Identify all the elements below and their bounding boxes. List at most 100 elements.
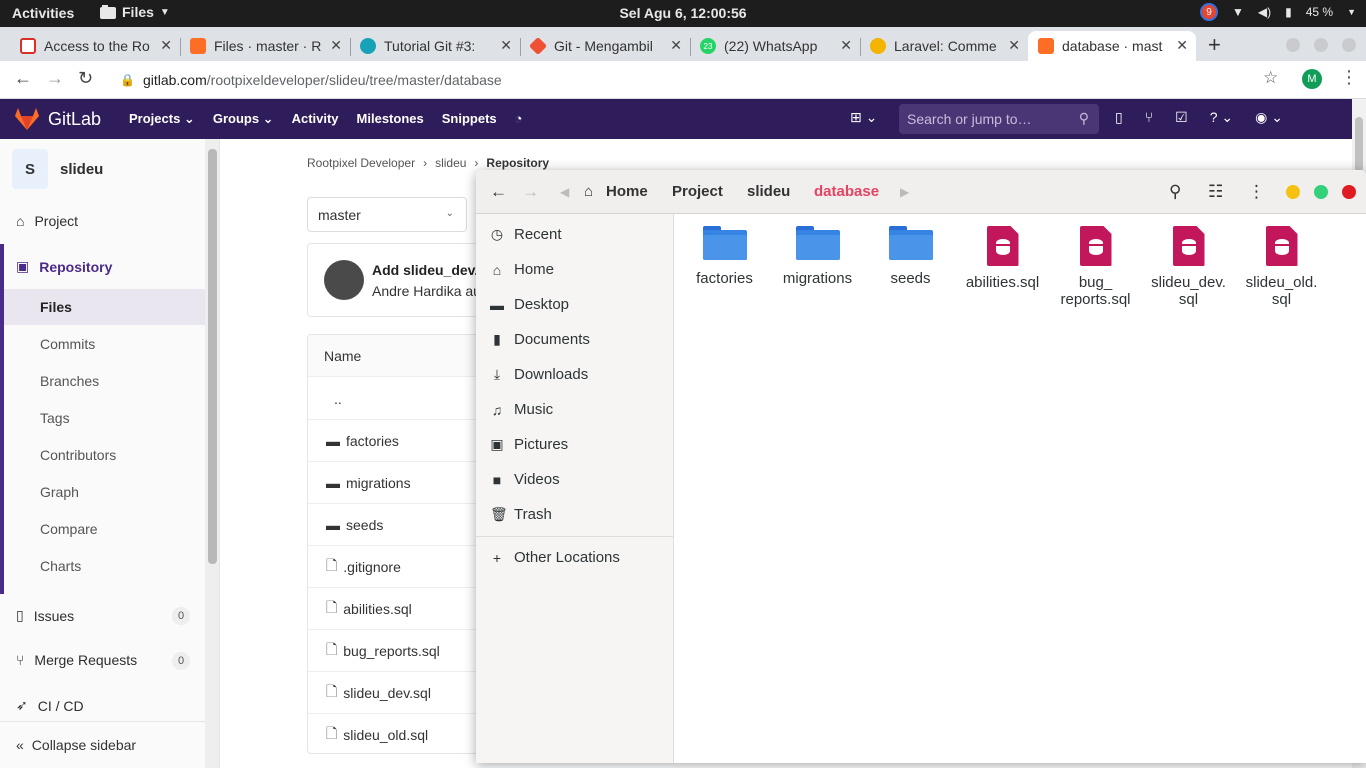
maximize-button[interactable]: [1314, 38, 1328, 52]
author-avatar[interactable]: [324, 260, 364, 300]
merge-request-icon[interactable]: ⑂: [1145, 109, 1153, 126]
user-avatar-icon[interactable]: ◉ ⌄: [1255, 109, 1283, 126]
new-item-menu[interactable]: ⊞ ⌄: [850, 109, 877, 126]
close-icon[interactable]: ✕: [160, 37, 172, 54]
search-icon[interactable]: ⚲: [1169, 182, 1181, 202]
app-menu[interactable]: Files ▼: [100, 4, 170, 20]
sidebar-sub-tags[interactable]: Tags: [40, 410, 70, 426]
table-row[interactable]: ▬ migrations: [308, 462, 496, 504]
table-row[interactable]: 🗋 slideu_old.sql: [308, 714, 496, 753]
file-name[interactable]: abilities.sql: [343, 601, 411, 617]
view-options-icon[interactable]: ☷: [1208, 182, 1223, 202]
sidebar-sub-files[interactable]: Files: [40, 299, 72, 315]
sidebar-sub-contributors[interactable]: Contributors: [40, 447, 116, 463]
close-icon[interactable]: ✕: [500, 37, 512, 54]
reload-icon[interactable]: ↻: [78, 68, 93, 89]
sidebar-sub-charts[interactable]: Charts: [40, 558, 81, 574]
path-scroll-left-icon[interactable]: ◀: [560, 185, 569, 199]
path-database[interactable]: database: [814, 183, 879, 200]
place-recent[interactable]: ◷ Recent: [490, 226, 562, 243]
nav-groups[interactable]: Groups ⌄: [213, 111, 274, 127]
breadcrumb-group[interactable]: Rootpixel Developer: [307, 156, 415, 170]
bookmark-star-icon[interactable]: ☆: [1263, 68, 1278, 88]
notification-badge[interactable]: 9: [1199, 3, 1218, 21]
gitlab-logo[interactable]: GitLab: [14, 107, 101, 131]
path-slideu[interactable]: slideu: [747, 183, 790, 200]
tab-tutorial-git[interactable]: Tutorial Git #3: ✕: [350, 31, 520, 61]
grid-item-bug-reports-sql[interactable]: bug_ reports.sql: [1049, 226, 1142, 308]
tab-whatsapp[interactable]: 23 (22) WhatsApp ✕: [690, 31, 860, 61]
place-videos[interactable]: ■ Videos: [490, 471, 560, 488]
file-name[interactable]: seeds: [346, 517, 383, 533]
commit-author[interactable]: Andre Hardika au: [372, 283, 481, 299]
sidebar-sub-branches[interactable]: Branches: [40, 373, 99, 389]
sidebar-item-merge-requests[interactable]: ⑂ Merge Requests: [16, 652, 137, 668]
forward-arrow-icon[interactable]: →: [46, 68, 64, 89]
breadcrumb-project[interactable]: slideu: [435, 156, 466, 170]
address-bar[interactable]: 🔒 gitlab.com /rootpixeldeveloper/slideu/…: [108, 65, 1288, 95]
file-name[interactable]: bug_reports.sql: [343, 643, 440, 659]
collapse-sidebar-button[interactable]: « Collapse sidebar: [0, 721, 205, 768]
maximize-button[interactable]: [1314, 185, 1328, 199]
issues-icon[interactable]: ▯: [1115, 109, 1123, 126]
system-tray[interactable]: 9 ▼ ◀) ▮ 45 % ▼: [1199, 3, 1356, 21]
clock[interactable]: Sel Agu 6, 12:00:56: [0, 5, 1366, 21]
file-name[interactable]: ..: [334, 391, 342, 407]
activities-button[interactable]: Activities: [12, 5, 74, 21]
nav-snippets[interactable]: Snippets: [442, 111, 497, 127]
grid-item-slideu-dev-sql[interactable]: slideu_dev. sql: [1142, 226, 1235, 308]
sidebar-item-repository[interactable]: ▣ Repository: [16, 258, 112, 275]
tab-access[interactable]: Access to the Ro ✕: [10, 31, 180, 61]
close-icon[interactable]: ✕: [1008, 37, 1020, 54]
place-documents[interactable]: ▮ Documents: [490, 331, 590, 348]
breadcrumb-current[interactable]: Repository: [486, 156, 549, 170]
nav-projects[interactable]: Projects ⌄: [129, 111, 195, 127]
path-project[interactable]: Project: [672, 183, 723, 200]
back-arrow-icon[interactable]: ←: [14, 68, 32, 89]
branch-selector[interactable]: master ⌄: [307, 197, 467, 232]
new-tab-button[interactable]: +: [1208, 32, 1221, 58]
place-pictures[interactable]: ▣ Pictures: [490, 436, 568, 453]
sidebar-scrollbar[interactable]: [205, 139, 219, 768]
close-icon[interactable]: ✕: [1176, 37, 1188, 54]
grid-item-abilities-sql[interactable]: abilities.sql: [956, 226, 1049, 291]
search-input[interactable]: Search or jump to… ⚲: [899, 104, 1099, 134]
table-row[interactable]: 🗋 slideu_dev.sql: [308, 672, 496, 714]
tab-laravel[interactable]: Laravel: Comme ✕: [860, 31, 1028, 61]
help-icon[interactable]: ? ⌄: [1210, 109, 1233, 126]
minimize-button[interactable]: [1286, 38, 1300, 52]
file-name[interactable]: factories: [346, 433, 399, 449]
place-music[interactable]: ♫ Music: [490, 401, 553, 418]
tab-files-master[interactable]: Files · master · R ✕: [180, 31, 350, 61]
commit-message[interactable]: Add slideu_dev.: [372, 262, 478, 278]
file-name[interactable]: slideu_old.sql: [343, 727, 428, 743]
path-home[interactable]: Home: [606, 183, 648, 200]
grid-item-seeds[interactable]: seeds: [864, 226, 957, 287]
place-desktop[interactable]: ▬ Desktop: [490, 296, 569, 313]
sidebar-sub-graph[interactable]: Graph: [40, 484, 79, 500]
close-icon[interactable]: ✕: [670, 37, 682, 54]
back-arrow-icon[interactable]: ←: [490, 182, 507, 202]
place-other-locations[interactable]: + Other Locations: [490, 549, 620, 566]
tab-git-mengambil[interactable]: Git - Mengambil ✕: [520, 31, 690, 61]
project-title[interactable]: S slideu: [12, 149, 103, 189]
close-button[interactable]: [1342, 185, 1356, 199]
file-name[interactable]: .gitignore: [343, 559, 401, 575]
sidebar-sub-commits[interactable]: Commits: [40, 336, 95, 352]
todo-icon[interactable]: ☑: [1175, 109, 1188, 126]
grid-item-factories[interactable]: factories: [678, 226, 771, 287]
sidebar-item-issues[interactable]: ▯ Issues: [16, 607, 74, 624]
nav-activity[interactable]: Activity: [292, 111, 339, 127]
close-window-button[interactable]: [1342, 38, 1356, 52]
place-home[interactable]: ⌂ Home: [490, 261, 554, 278]
sidebar-sub-compare[interactable]: Compare: [40, 521, 98, 537]
grid-item-slideu-old-sql[interactable]: slideu_old. sql: [1235, 226, 1328, 308]
table-row[interactable]: ▬ factories: [308, 420, 496, 462]
browser-menu-icon[interactable]: ⋮: [1340, 67, 1358, 88]
place-downloads[interactable]: ⤓ Downloads: [490, 366, 588, 383]
table-row[interactable]: ▬ seeds: [308, 504, 496, 546]
sidebar-item-project[interactable]: ⌂ Project: [16, 213, 78, 229]
minimize-button[interactable]: [1286, 185, 1300, 199]
file-name[interactable]: slideu_dev.sql: [343, 685, 431, 701]
path-scroll-right-icon[interactable]: ▶: [900, 185, 909, 199]
